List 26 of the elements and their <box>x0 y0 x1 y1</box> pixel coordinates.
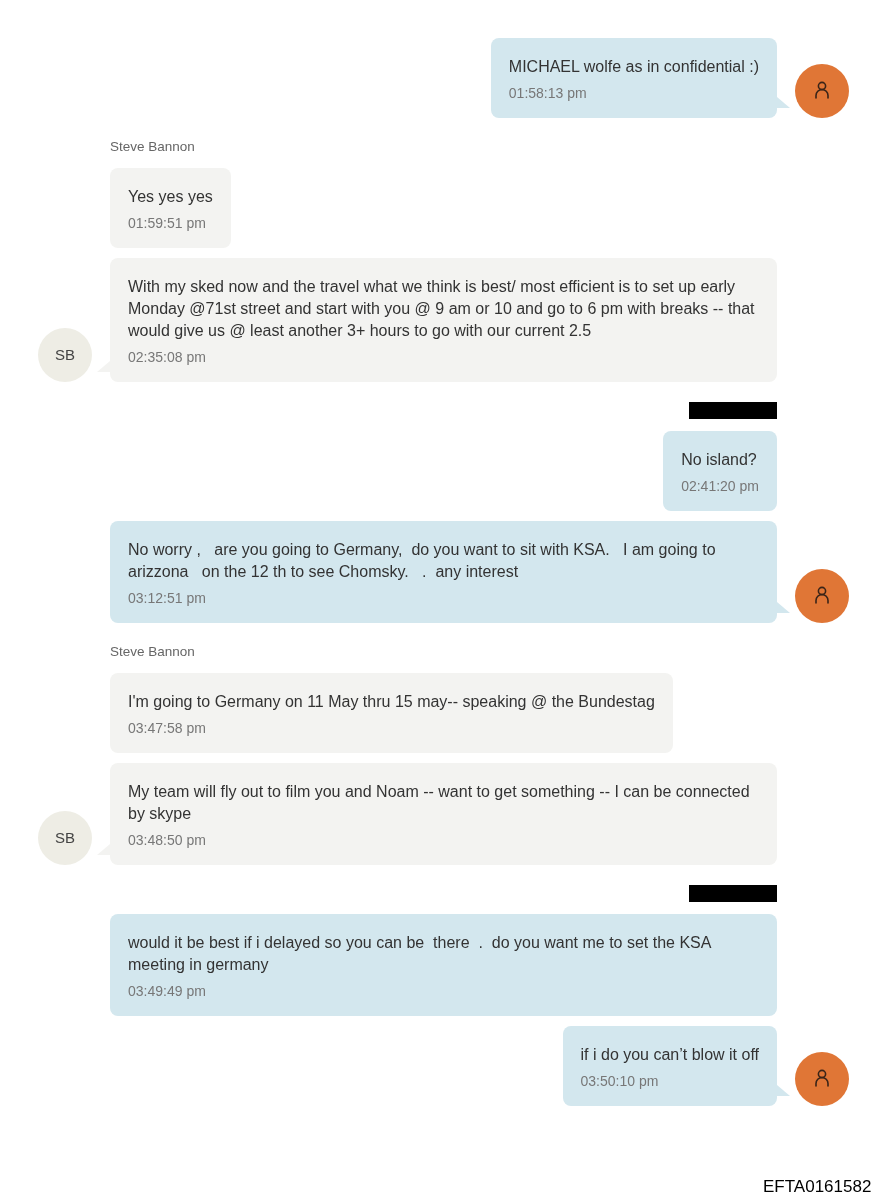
message-time: 03:49:49 pm <box>128 982 207 1000</box>
person-avatar-icon <box>795 64 849 118</box>
message-text: if i do you can’t blow it off <box>580 1045 759 1065</box>
message-text: MICHAEL wolfe as in confidential :) <box>508 57 759 77</box>
message-text: No worry , are you going to Germany, do you want to sit with KSA. I am going to arizzona on the 12 th to see Chomsky. . any interest <box>128 540 717 582</box>
message-text: Yes yes yes <box>128 187 213 207</box>
message-text: I'm going to Germany on 11 May thru 15 may-- speaking @ the Bundestag <box>128 692 655 712</box>
message-time: 01:58:13 pm <box>508 84 588 102</box>
person-avatar-icon <box>795 569 849 623</box>
message-time: 02:35:08 pm <box>128 348 207 366</box>
message-time: 03:47:58 pm <box>128 719 207 737</box>
message-time: 03:12:51 pm <box>128 589 207 607</box>
sender-name: Steve Bannon <box>110 643 196 661</box>
message-text: No island? <box>681 450 758 470</box>
message-text: would it be best if i delayed so you can be there . do you want me to set the KSA meeting in germany <box>128 933 713 975</box>
message-time: 03:50:10 pm <box>580 1072 660 1090</box>
person-avatar-icon <box>795 1052 849 1106</box>
message-time: 02:41:20 pm <box>681 477 759 495</box>
document-id: EFTA0161582 <box>763 1177 873 1197</box>
message-time: 01:59:51 pm <box>128 214 207 232</box>
message-time: 03:48:50 pm <box>128 831 207 849</box>
initials-avatar: SB <box>38 328 92 382</box>
initials-avatar: SB <box>38 811 92 865</box>
message-text: With my sked now and the travel what we think is best/ most efficient is to set up early Monday @71st street and start with you @ 9 am or 10 and go to 6 pm with breaks -- that would give us @ least another 3+ hours to go with our current 2.5 <box>128 277 756 341</box>
sender-name: Steve Bannon <box>110 138 196 156</box>
message-text: My team will fly out to film you and Noam -- want to get something -- I can be connected by skype <box>128 782 751 824</box>
